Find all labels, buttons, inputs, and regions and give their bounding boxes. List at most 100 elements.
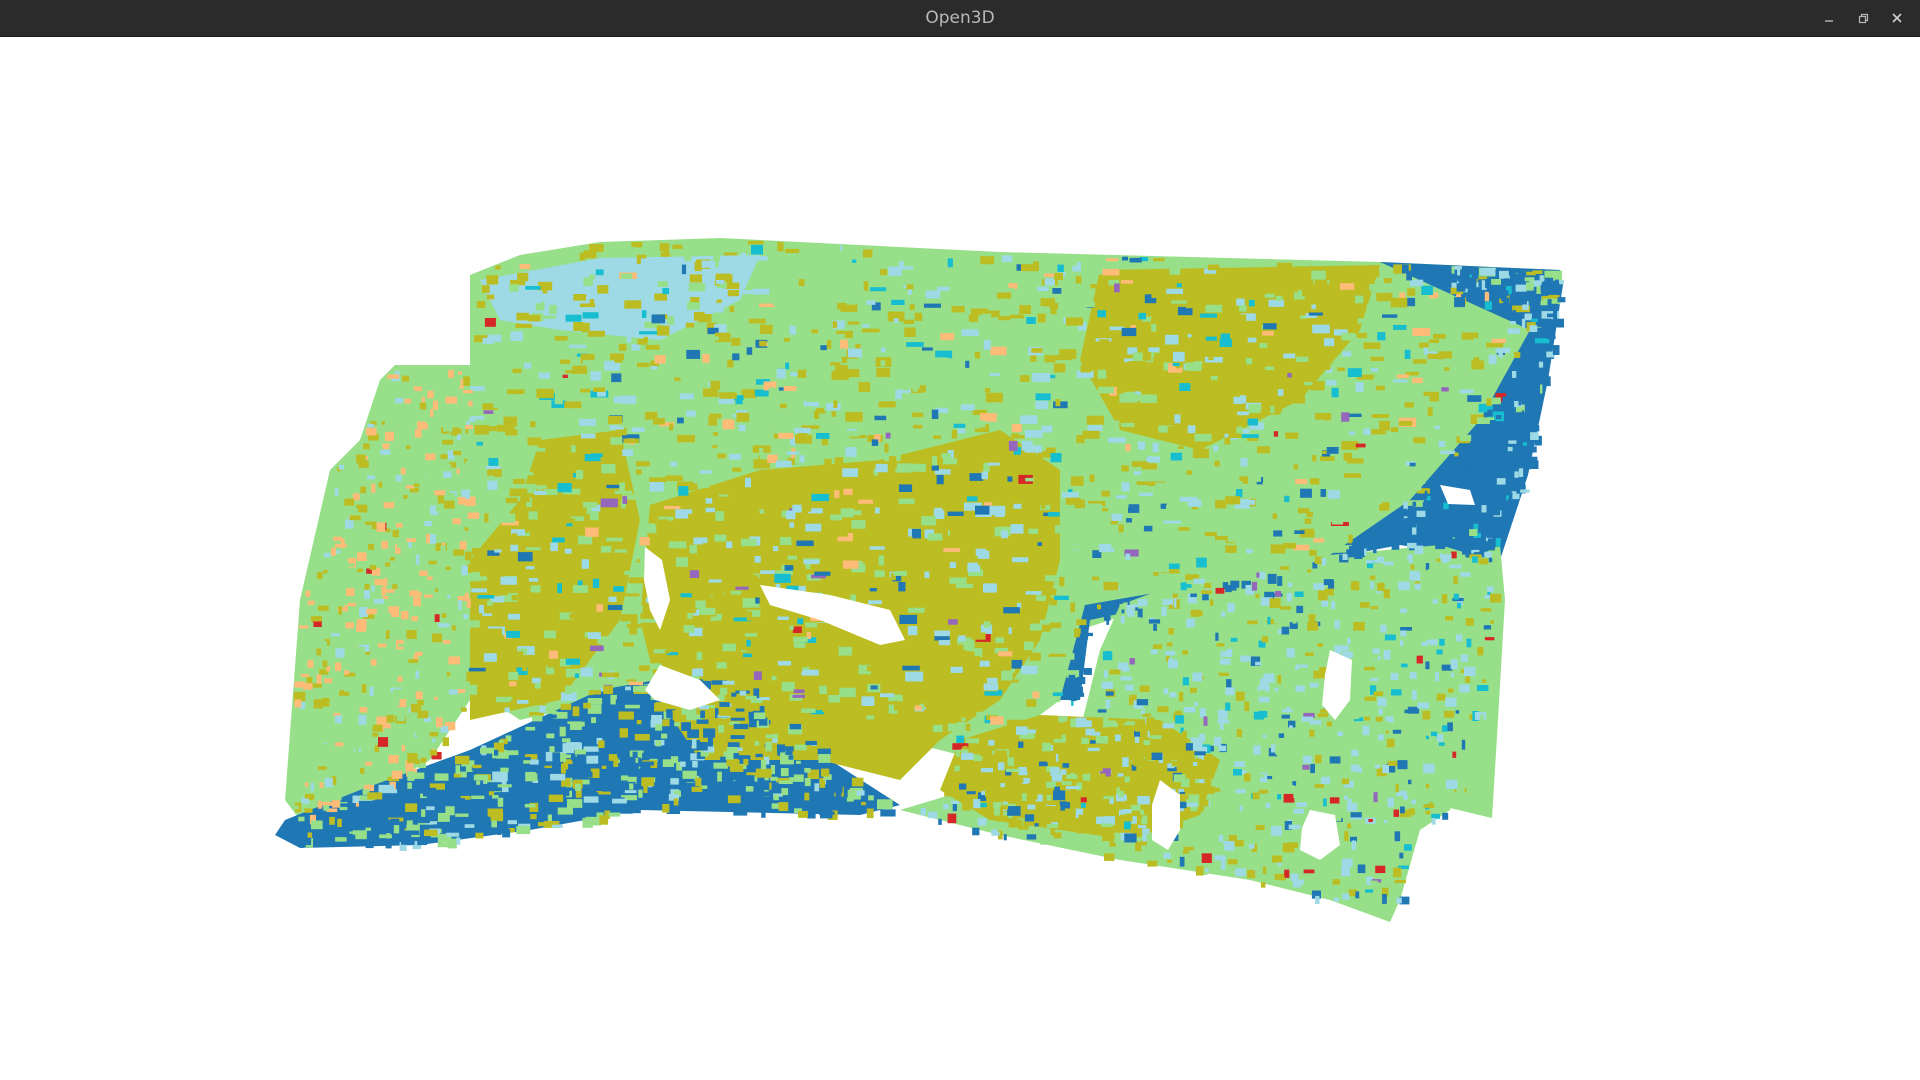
point-patch xyxy=(589,511,599,521)
point-patch xyxy=(1368,818,1373,822)
point-patch xyxy=(486,294,495,300)
point-patch xyxy=(1536,425,1540,432)
point-patch xyxy=(1491,279,1501,285)
point-patch xyxy=(841,356,847,364)
point-patch xyxy=(1175,715,1185,724)
point-patch xyxy=(381,676,393,685)
point-patch xyxy=(1377,582,1385,591)
point-patch xyxy=(869,588,877,592)
point-patch xyxy=(634,734,650,741)
point-patch xyxy=(912,381,918,392)
point-patch xyxy=(439,464,452,468)
point-patch xyxy=(1512,371,1517,378)
point-patch xyxy=(306,676,314,684)
point-patch xyxy=(1282,843,1295,853)
point-patch xyxy=(989,372,1000,377)
point-patch xyxy=(1457,602,1461,609)
point-patch xyxy=(1215,587,1225,594)
title-bar[interactable]: Open3D xyxy=(0,0,1920,37)
point-patch xyxy=(1530,432,1539,440)
point-patch xyxy=(1265,803,1271,809)
point-patch xyxy=(1137,608,1143,618)
point-patch xyxy=(338,606,342,615)
point-patch xyxy=(506,396,525,405)
point-patch xyxy=(1378,708,1383,715)
point-patch xyxy=(1508,269,1517,273)
point-patch xyxy=(474,425,489,435)
point-patch xyxy=(1229,481,1243,486)
point-patch xyxy=(1238,533,1244,544)
point-patch xyxy=(974,648,983,658)
point-patch xyxy=(624,790,637,794)
point-patch xyxy=(954,650,967,655)
point-patch xyxy=(1389,716,1394,723)
point-patch xyxy=(413,483,420,488)
point-patch xyxy=(434,366,440,371)
point-patch xyxy=(1484,551,1492,558)
point-patch xyxy=(574,749,586,755)
point-patch xyxy=(1363,428,1371,435)
point-patch xyxy=(1457,544,1465,551)
point-patch xyxy=(678,486,689,496)
point-patch xyxy=(866,808,874,819)
point-patch xyxy=(352,830,367,835)
point-patch xyxy=(1000,783,1005,788)
point-patch xyxy=(1069,791,1075,802)
point-patch xyxy=(1259,343,1268,348)
point-patch xyxy=(670,778,679,785)
point-patch xyxy=(906,542,920,550)
point-patch xyxy=(1139,685,1150,692)
point-patch xyxy=(636,362,650,368)
point-patch xyxy=(1323,798,1327,807)
point-patch xyxy=(1341,333,1356,341)
point-patch xyxy=(1001,495,1011,505)
maximize-button[interactable] xyxy=(1846,0,1880,36)
point-patch xyxy=(584,454,601,462)
point-patch xyxy=(792,626,802,633)
point-patch xyxy=(995,637,1005,644)
point-patch xyxy=(401,745,405,752)
point-patch xyxy=(304,808,313,813)
point-patch xyxy=(510,699,516,708)
point-patch xyxy=(1539,275,1544,282)
close-button[interactable] xyxy=(1880,0,1914,36)
point-patch xyxy=(1049,622,1061,629)
point-patch xyxy=(759,303,776,308)
point-patch xyxy=(1125,553,1131,561)
point-patch xyxy=(1424,623,1434,632)
point-patch xyxy=(719,702,730,708)
point-patch xyxy=(1257,446,1271,454)
point-patch xyxy=(746,622,759,628)
point-patch xyxy=(427,390,434,399)
point-patch xyxy=(715,511,724,521)
minimize-button[interactable] xyxy=(1812,0,1846,36)
point-patch xyxy=(382,443,390,449)
point-patch xyxy=(467,512,480,519)
point-patch xyxy=(461,707,467,712)
3d-viewport[interactable] xyxy=(0,37,1920,1080)
point-cloud-render[interactable] xyxy=(0,37,1920,1080)
point-patch xyxy=(608,596,617,602)
point-patch xyxy=(935,350,953,359)
point-patch xyxy=(504,809,516,819)
point-patch xyxy=(1341,412,1350,422)
point-patch xyxy=(1084,268,1091,274)
point-patch xyxy=(505,429,518,436)
point-patch xyxy=(1169,265,1181,275)
point-patch xyxy=(554,742,563,752)
point-patch xyxy=(1150,649,1158,655)
point-patch xyxy=(575,469,584,480)
point-patch xyxy=(623,438,640,444)
point-patch xyxy=(1313,419,1323,429)
point-patch xyxy=(356,759,363,768)
point-patch xyxy=(638,789,643,798)
point-patch xyxy=(1458,534,1463,539)
point-patch xyxy=(487,600,493,606)
point-patch xyxy=(825,244,841,253)
point-patch xyxy=(573,368,583,374)
point-patch xyxy=(821,768,830,777)
point-patch xyxy=(510,331,524,341)
point-patch xyxy=(583,524,599,528)
point-patch xyxy=(1119,393,1138,403)
point-patch xyxy=(397,676,403,682)
